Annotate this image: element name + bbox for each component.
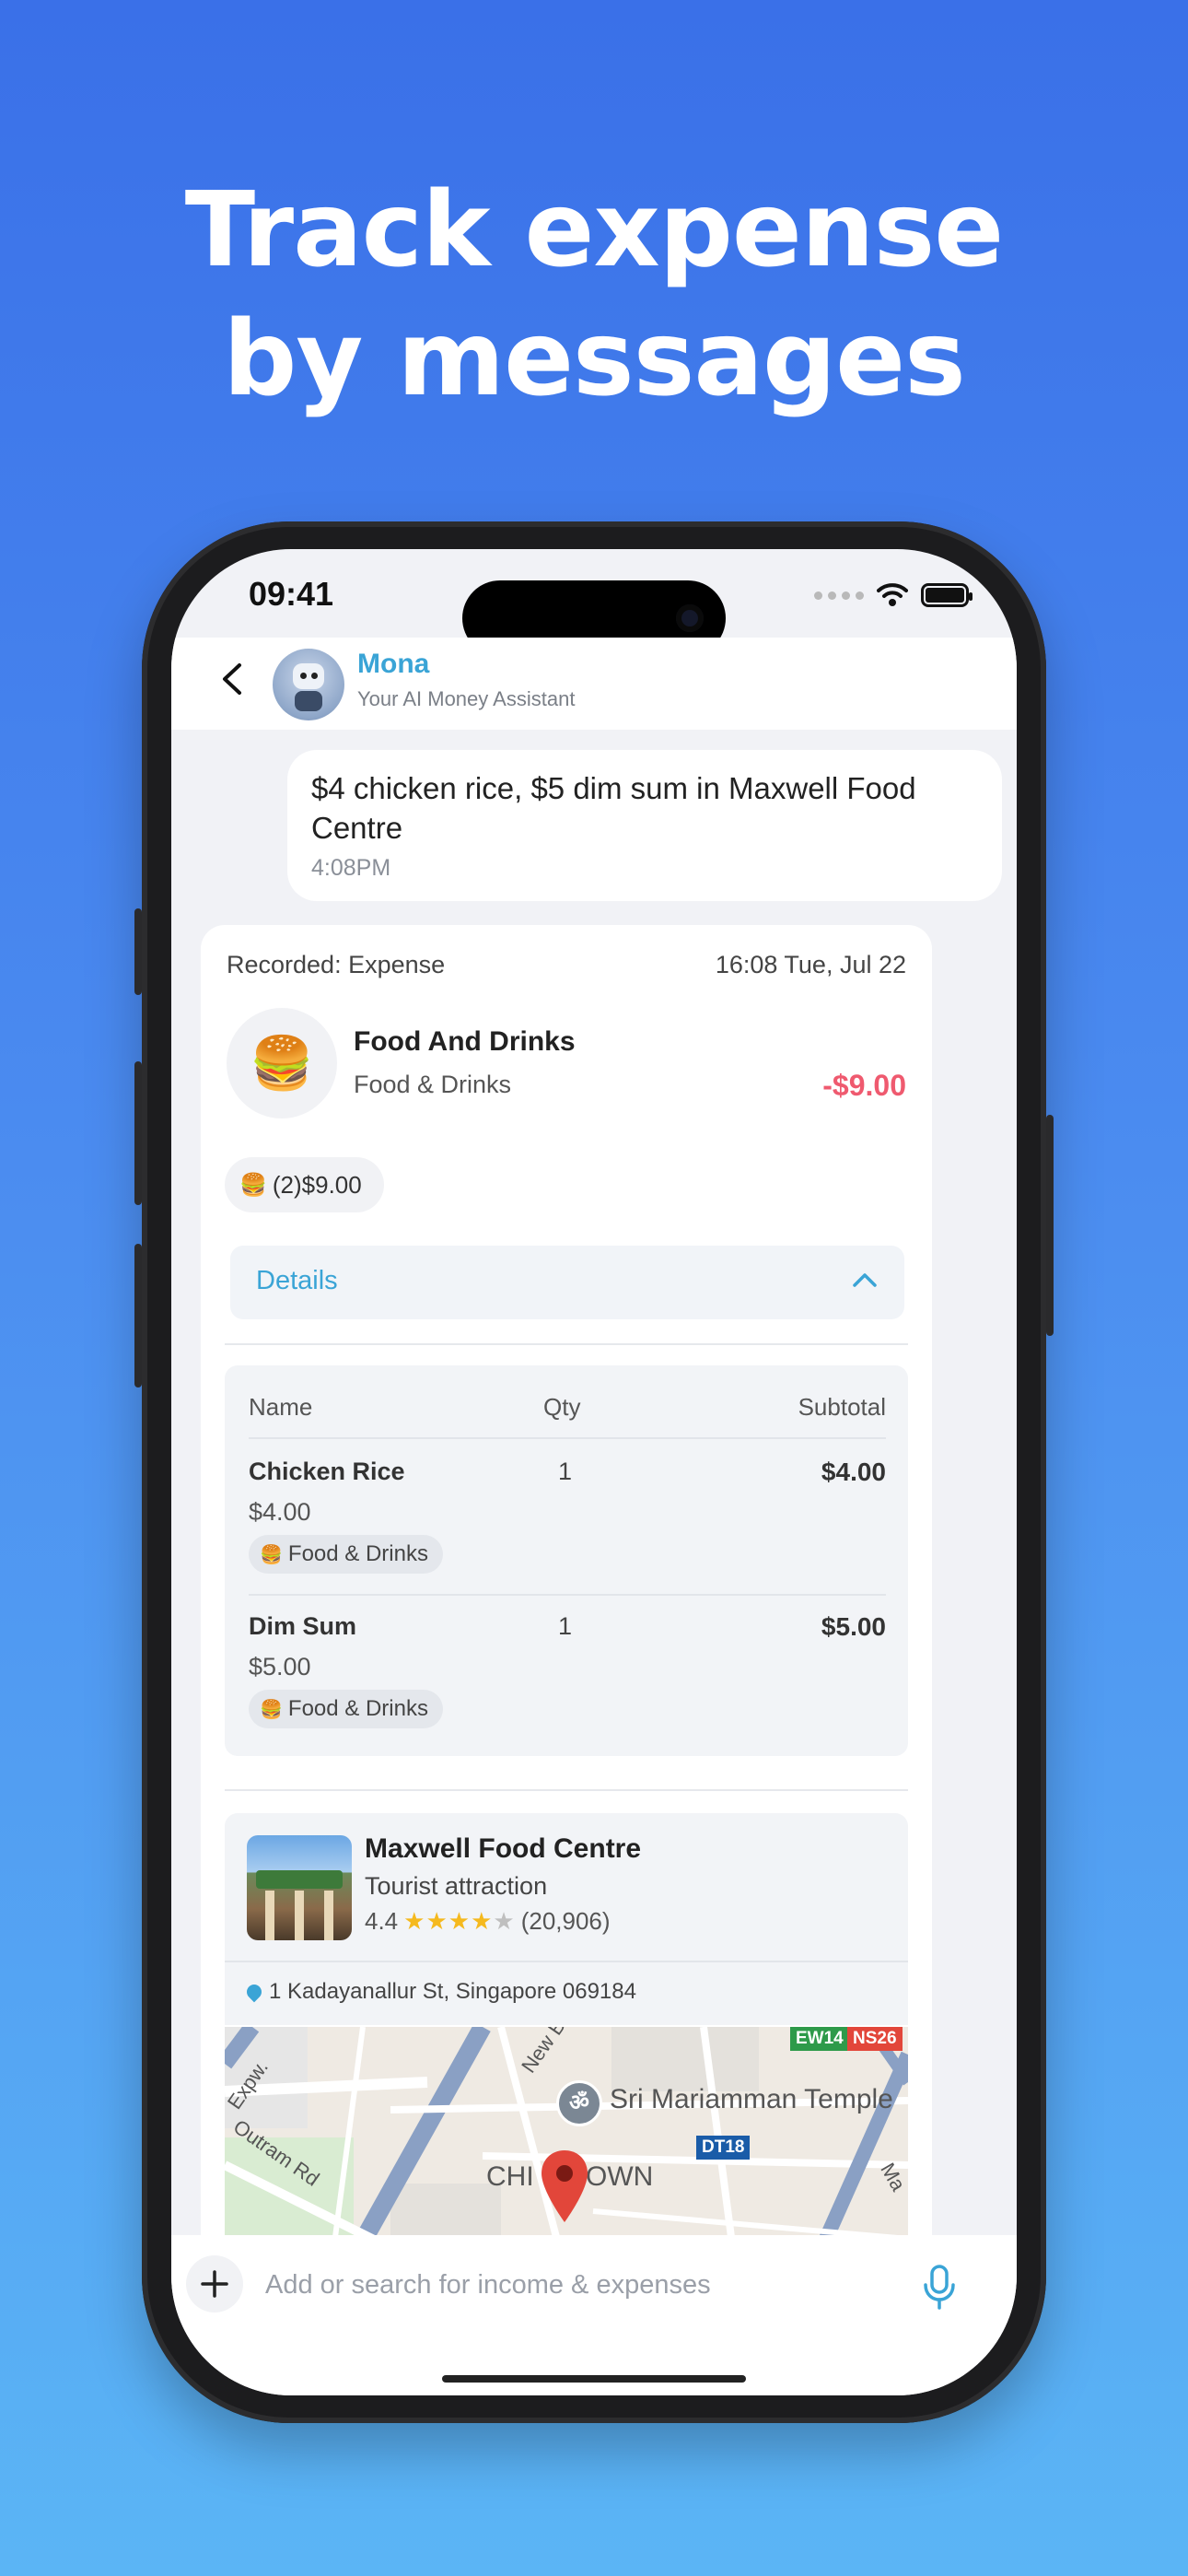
chevron-up-icon [849,1264,880,1304]
plus-icon [201,2270,228,2298]
star-rating-icon: ★★★★★ [403,1907,516,1935]
recorded-label: Recorded: Expense [227,951,446,978]
items-summary-pill[interactable]: 🍔 (2)$9.00 [225,1157,384,1212]
mrt-badge: NS26 [847,2027,903,2051]
map-area-label: CHI [486,2161,534,2192]
robot-face [293,663,324,689]
phone-screen: 09:41 Mona Your AI Money Assistant $4 ch… [171,549,1017,2395]
divider [225,1789,908,1791]
robot-eye-left [300,673,307,679]
place-type: Tourist attraction [365,1872,548,1900]
map-pin-icon [542,2150,588,2222]
headline-line1: Track expense [184,170,1004,290]
status-time: 09:41 [249,575,334,613]
user-message-text: $4 chicken rice, $5 dim sum in Maxwell F… [311,771,916,845]
item-category-label: Food & Drinks [287,1696,428,1721]
recorded-date: 16:08 Tue, Jul 22 [715,951,906,978]
wifi-icon [877,583,908,606]
items-table: Name Qty Subtotal Chicken Rice 1 $4.00 $… [225,1365,908,1756]
chat-header: Mona Your AI Money Assistant [171,638,1017,730]
place-address: 1 Kadayanallur St, Singapore 069184 [243,1979,636,2005]
robot-eye-right [311,673,318,679]
item-subtotal: $5.00 [821,1612,886,1641]
review-count: (20,906) [520,1907,611,1935]
mrt-badge: DT18 [696,2136,751,2160]
expense-card: Recorded: Expense 16:08 Tue, Jul 22 🍔 Fo… [201,925,932,2235]
phone-power-button [1046,1115,1054,1336]
user-message-bubble: $4 chicken rice, $5 dim sum in Maxwell F… [287,750,1002,901]
map-view[interactable]: New B Expw. Outram Rd ॐ Sri Mariamman Te… [225,2027,908,2235]
item-category-tag: 🍔 Food & Drinks [249,1690,443,1728]
item-qty: 1 [558,1612,573,1640]
om-icon: ॐ [556,2080,602,2126]
items-summary-text: (2)$9.00 [272,1170,362,1199]
item-name: Dim Sum [249,1612,357,1640]
food-drinks-icon: 🍔 [227,1008,337,1118]
item-subtotal: $4.00 [821,1458,886,1486]
item-category-label: Food & Drinks [287,1541,428,1566]
expense-amount: -$9.00 [822,1069,906,1102]
row-divider [249,1594,886,1596]
column-name: Name [249,1393,313,1421]
phone-action-button [134,908,142,995]
row-divider [249,1437,886,1439]
place-name: Maxwell Food Centre [365,1833,642,1864]
place-card[interactable]: Maxwell Food Centre Tourist attraction 4… [225,1813,908,2025]
food-drinks-icon: 🍔 [260,1544,283,1565]
details-label: Details [256,1266,338,1295]
add-button[interactable] [186,2255,243,2313]
home-indicator [442,2375,746,2383]
assistant-name: Mona [357,649,430,679]
microphone-icon[interactable] [921,2265,958,2311]
food-drinks-icon: 🍔 [239,1172,267,1198]
place-photo [247,1835,352,1940]
food-drinks-icon: 🍔 [260,1699,283,1720]
battery-icon [921,583,973,607]
item-name: Chicken Rice [249,1458,405,1485]
location-pin-icon [243,1981,265,2003]
item-price: $4.00 [249,1498,311,1526]
column-subtotal: Subtotal [798,1393,886,1421]
category-title: Food And Drinks [354,1026,576,1057]
map-area-label: OWN [586,2161,654,2192]
mrt-badge: EW14 [790,2027,849,2051]
divider [225,1343,908,1345]
user-message-time: 4:08PM [311,855,391,881]
item-qty: 1 [558,1458,573,1485]
chat-area[interactable]: $4 chicken rice, $5 dim sum in Maxwell F… [171,730,1017,2235]
signal-icon [814,591,864,600]
input-bar [171,2235,1017,2395]
phone-volume-down [134,1244,142,1388]
headline-line2: by messages [223,299,966,419]
assistant-subtitle: Your AI Money Assistant [357,687,576,710]
status-icons [814,582,973,608]
item-category-tag: 🍔 Food & Drinks [249,1535,443,1574]
item-price: $5.00 [249,1653,311,1680]
phone-volume-up [134,1061,142,1205]
category-subtitle: Food & Drinks [354,1071,512,1098]
place-rating: 4.4 ★★★★★ (20,906) [365,1907,611,1936]
headline: Track expense by messages [0,166,1188,424]
map-temple-label: Sri Mariamman Temple [610,2084,893,2114]
details-toggle[interactable]: Details [230,1246,904,1319]
column-qty: Qty [543,1393,581,1421]
back-button[interactable] [210,656,256,702]
row-divider [225,1961,908,1962]
assistant-avatar[interactable] [273,649,344,720]
camera-icon [676,604,704,632]
robot-body [295,691,322,711]
message-input[interactable] [263,2257,893,2313]
rating-value: 4.4 [365,1907,399,1935]
chevron-left-icon [223,663,241,695]
place-address-text: 1 Kadayanallur St, Singapore 069184 [269,1979,636,2004]
